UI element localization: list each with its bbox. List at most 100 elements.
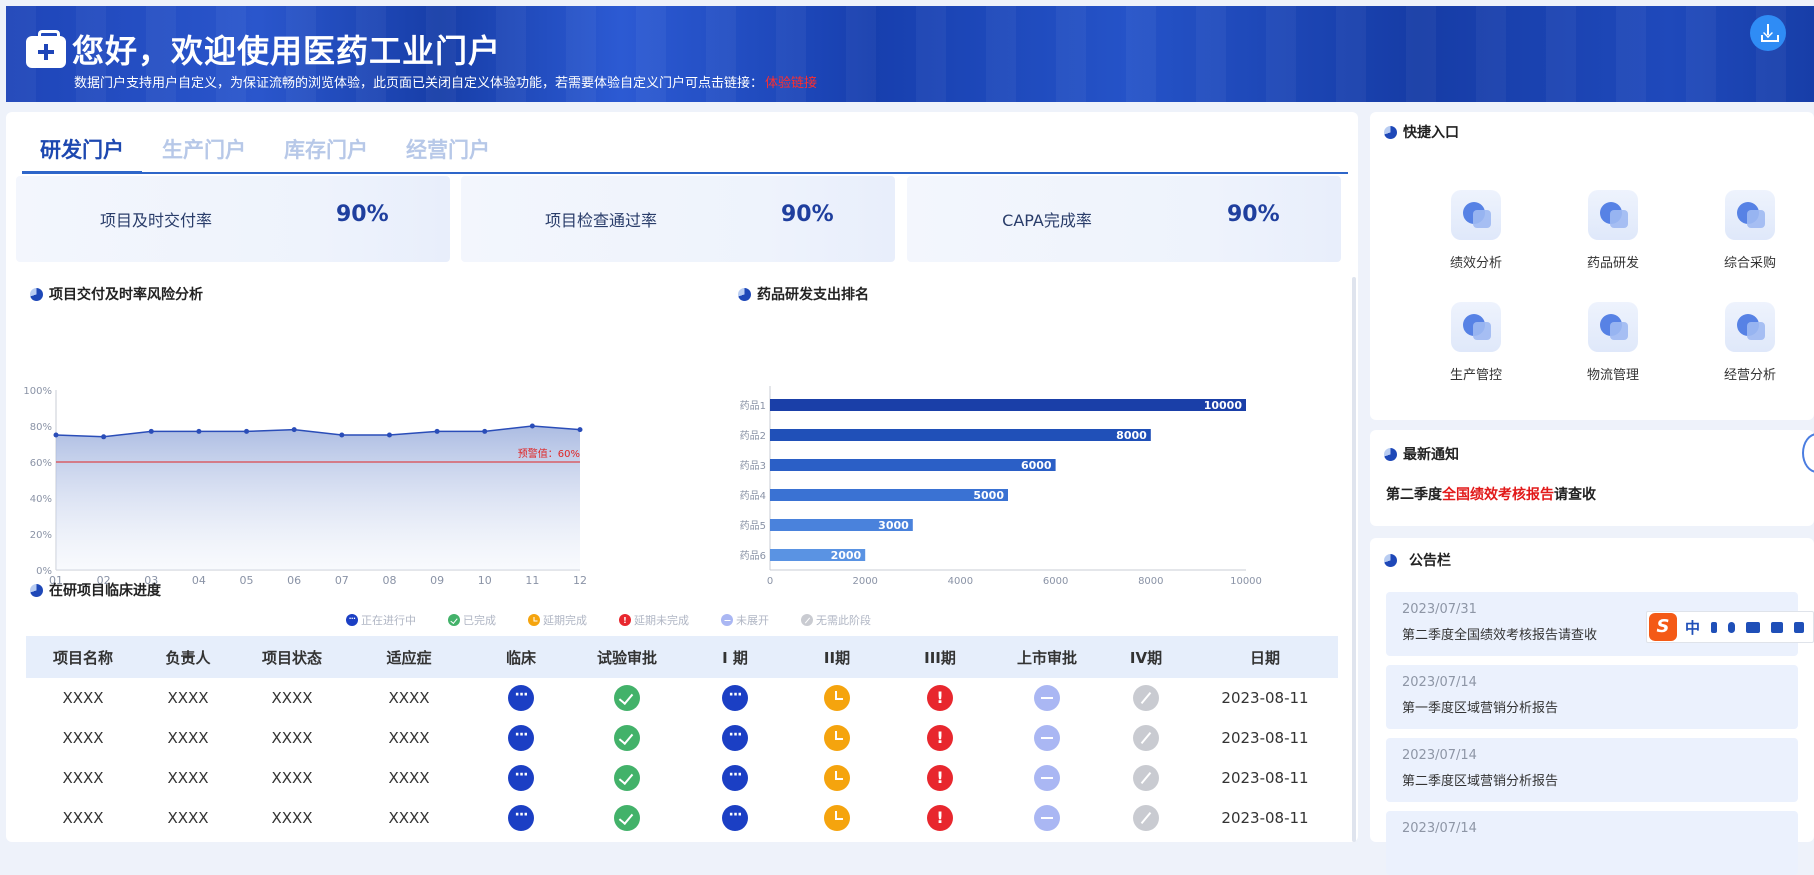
bulletin-item[interactable]: 2023/07/14 [1386, 811, 1798, 875]
latest-notice-text[interactable]: 第二季度全国绩效考核报告请查收 [1386, 484, 1596, 504]
kpi-label: CAPA完成率 [1002, 211, 1092, 230]
table-body: XXXXXXXXXXXXXXXX2023-08-11XXXXXXXXXXXXXX… [26, 678, 1338, 838]
legend-label: 正在进行中 [361, 614, 416, 627]
download-icon[interactable] [1750, 15, 1786, 51]
stage-status-cell [1100, 798, 1192, 838]
bulletin-board-card: 公告栏 2023/07/31 第二季度全国绩效考核报告请查收 2023/07/1… [1370, 538, 1814, 875]
quick-item-procurement[interactable]: 综合采购 [1690, 190, 1810, 271]
col-trial-approval: 试验审批 [596, 648, 657, 667]
ime-toolbar[interactable]: S 中 [1646, 611, 1814, 643]
quick-item-performance[interactable]: 绩效分析 [1416, 190, 1536, 271]
done-icon[interactable] [614, 685, 640, 711]
stage-status-cell [682, 758, 788, 798]
not-started-icon[interactable] [1034, 765, 1060, 791]
stage-status-cell [572, 678, 682, 718]
line-chart-title-text: 项目交付及时率风险分析 [49, 287, 203, 303]
ongoing-icon[interactable] [508, 725, 534, 751]
kpi-value: 90% [336, 202, 389, 227]
delayed-done-icon[interactable] [824, 725, 850, 751]
col-owner: 负责人 [165, 648, 211, 667]
quick-item-business[interactable]: 经营分析 [1690, 302, 1810, 383]
not-needed-icon[interactable] [1133, 725, 1159, 751]
col-indication: 适应症 [386, 648, 432, 667]
bar-value-label: 8000 [1116, 429, 1147, 442]
delayed-undone-icon[interactable] [927, 765, 953, 791]
legend-label: 无需此阶段 [816, 614, 871, 627]
kpi-value: 90% [781, 202, 834, 227]
x-tick-label: 05 [240, 574, 254, 587]
not-needed-icon[interactable] [1133, 685, 1159, 711]
bulletin-item[interactable]: 2023/07/14 第一季度区域营销分析报告 [1386, 665, 1798, 729]
y-tick-label: 80% [30, 422, 52, 433]
skin-icon[interactable] [1771, 621, 1784, 633]
category-label: 药品2 [740, 430, 766, 442]
tab-production-portal[interactable]: 生产门户 [144, 122, 264, 172]
project-name-cell: XXXX [62, 729, 104, 747]
delayed-done-icon[interactable] [824, 685, 850, 711]
date-cell: 2023-08-11 [1221, 769, 1309, 787]
punctuation-icon[interactable] [1711, 621, 1718, 633]
delayed-undone-icon[interactable] [927, 725, 953, 751]
bulletin-date: 2023/07/14 [1402, 748, 1477, 763]
quick-item-logistics[interactable]: 物流管理 [1553, 302, 1673, 383]
toolbox-icon[interactable] [1794, 621, 1805, 633]
table-row[interactable]: XXXX XXXX XXXX XXXX 2023-08-11 [26, 678, 1338, 718]
legend-item-not-needed: 无需此阶段 [801, 612, 871, 628]
date-cell: 2023-08-11 [1221, 809, 1309, 827]
stage-status-cell [994, 718, 1100, 758]
delayed-done-icon[interactable] [824, 765, 850, 791]
main-scrollbar[interactable] [1352, 277, 1356, 842]
ongoing-icon[interactable] [722, 725, 748, 751]
not-started-icon[interactable] [1034, 805, 1060, 831]
ongoing-icon[interactable] [508, 765, 534, 791]
clinical-progress-table: 项目名称 负责人 项目状态 适应症 临床 试验审批 I 期 II期 III期 上… [26, 636, 1338, 838]
notice-prefix: 第二季度 [1386, 487, 1442, 503]
stage-status-cell [994, 798, 1100, 838]
x-tick-label: 09 [430, 574, 444, 587]
ongoing-icon[interactable] [722, 685, 748, 711]
table-row[interactable]: XXXX XXXX XXXX XXXX 2023-08-11 [26, 798, 1338, 838]
bulletin-board-title-text: 公告栏 [1409, 553, 1451, 569]
not-started-icon[interactable] [1034, 725, 1060, 751]
delayed-undone-icon[interactable] [927, 685, 953, 711]
done-icon[interactable] [614, 765, 640, 791]
not-started-icon [721, 614, 733, 626]
stage-status-cell [682, 798, 788, 838]
microphone-icon[interactable] [1728, 621, 1736, 633]
keyboard-icon[interactable] [1746, 621, 1761, 633]
done-icon[interactable] [614, 805, 640, 831]
pie-icon [1384, 448, 1397, 461]
bulletin-title: 第一季度区域营销分析报告 [1402, 701, 1559, 716]
not-needed-icon[interactable] [1133, 765, 1159, 791]
tab-rd-portal[interactable]: 研发门户 [22, 122, 142, 174]
bulletin-item[interactable]: 2023/07/14 第二季度区域营销分析报告 [1386, 738, 1798, 802]
done-icon[interactable] [614, 725, 640, 751]
quick-item-production[interactable]: 生产管控 [1416, 302, 1536, 383]
delayed-undone-icon[interactable] [927, 805, 953, 831]
not-needed-icon[interactable] [1133, 805, 1159, 831]
ime-mode[interactable]: 中 [1685, 617, 1700, 638]
ime-logo-icon[interactable]: S [1649, 613, 1677, 641]
ongoing-icon[interactable] [722, 805, 748, 831]
date-cell: 2023-08-11 [1221, 689, 1309, 707]
quick-entry-title-text: 快捷入口 [1403, 125, 1459, 141]
tab-inventory-portal[interactable]: 库存门户 [266, 122, 386, 172]
delayed-done-icon[interactable] [824, 805, 850, 831]
ongoing-icon[interactable] [508, 805, 534, 831]
experience-link[interactable]: 体验链接 [765, 76, 817, 91]
table-row[interactable]: XXXX XXXX XXXX XXXX 2023-08-11 [26, 718, 1338, 758]
date-cell: 2023-08-11 [1221, 729, 1309, 747]
tab-business-portal[interactable]: 经营门户 [388, 122, 508, 172]
table-row[interactable]: XXXX XXXX XXXX XXXX 2023-08-11 [26, 758, 1338, 798]
stage-status-cell [886, 718, 994, 758]
main-panel: 研发门户 生产门户 库存门户 经营门户 项目及时交付率 90% 项目检查通过率 … [6, 112, 1358, 842]
category-label: 药品3 [740, 460, 766, 472]
table-section-title: 在研项目临床进度 [30, 580, 161, 600]
not-started-icon[interactable] [1034, 685, 1060, 711]
ongoing-icon[interactable] [722, 765, 748, 791]
ongoing-icon[interactable] [508, 685, 534, 711]
kpi-label: 项目及时交付率 [99, 211, 212, 230]
x-tick-label: 2000 [852, 576, 877, 587]
banner-subtitle-text: 数据门户支持用户自定义，为保证流畅的浏览体验，此页面已关闭自定义体验功能，若需要… [74, 76, 764, 91]
quick-item-drug-rd[interactable]: 药品研发 [1553, 190, 1673, 271]
